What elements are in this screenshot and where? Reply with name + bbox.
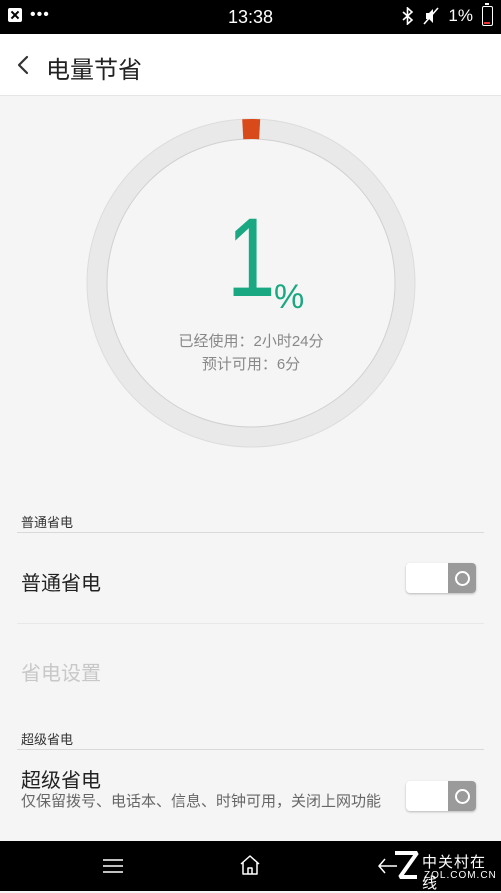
section-header-super: 超级省电 <box>21 732 74 747</box>
normal-saving-toggle[interactable] <box>406 563 476 593</box>
page-title: 电量节省 <box>46 57 142 84</box>
divider <box>17 749 484 750</box>
divider <box>17 623 484 624</box>
normal-saving-label: 普通省电 <box>21 573 101 595</box>
back-button[interactable] <box>10 48 40 82</box>
watermark-domain: ZOL.COM.CN <box>424 870 497 881</box>
percent-sign: % <box>274 278 305 316</box>
status-bar: ••• 13:38 1% <box>0 0 501 34</box>
super-saving-label: 超级省电 <box>21 770 101 792</box>
home-icon[interactable] <box>239 854 261 876</box>
zol-logo-icon <box>395 851 419 879</box>
app-bar: 电量节省 <box>0 34 501 96</box>
super-saving-toggle[interactable] <box>406 781 476 811</box>
bluetooth-icon <box>402 7 414 25</box>
battery-level: 1 <box>226 195 276 320</box>
status-right: 1% <box>402 3 493 26</box>
battery-icon <box>482 3 493 26</box>
toggle-knob <box>448 781 476 811</box>
usage-time-label: 已经使用：2小时24分 <box>178 333 324 350</box>
divider <box>17 532 484 533</box>
battery-percent: 1% <box>448 6 473 25</box>
remaining-time-label: 预计可用：6分 <box>201 356 301 373</box>
chevron-left-icon <box>17 55 29 75</box>
toggle-knob <box>448 563 476 593</box>
super-saving-description: 仅保留拨号、电话本、信息、时钟可用，关闭上网功能 <box>21 793 382 810</box>
section-header-normal: 普通省电 <box>21 515 74 530</box>
navigation-bar: 中关村在线 ZOL.COM.CN <box>0 841 501 892</box>
silent-icon <box>423 7 440 25</box>
menu-icon[interactable] <box>103 859 123 873</box>
power-saving-settings-item[interactable]: 省电设置 <box>21 657 101 686</box>
battery-readout: 1 % 已经使用：2小时24分 预计可用：6分 <box>86 118 416 448</box>
